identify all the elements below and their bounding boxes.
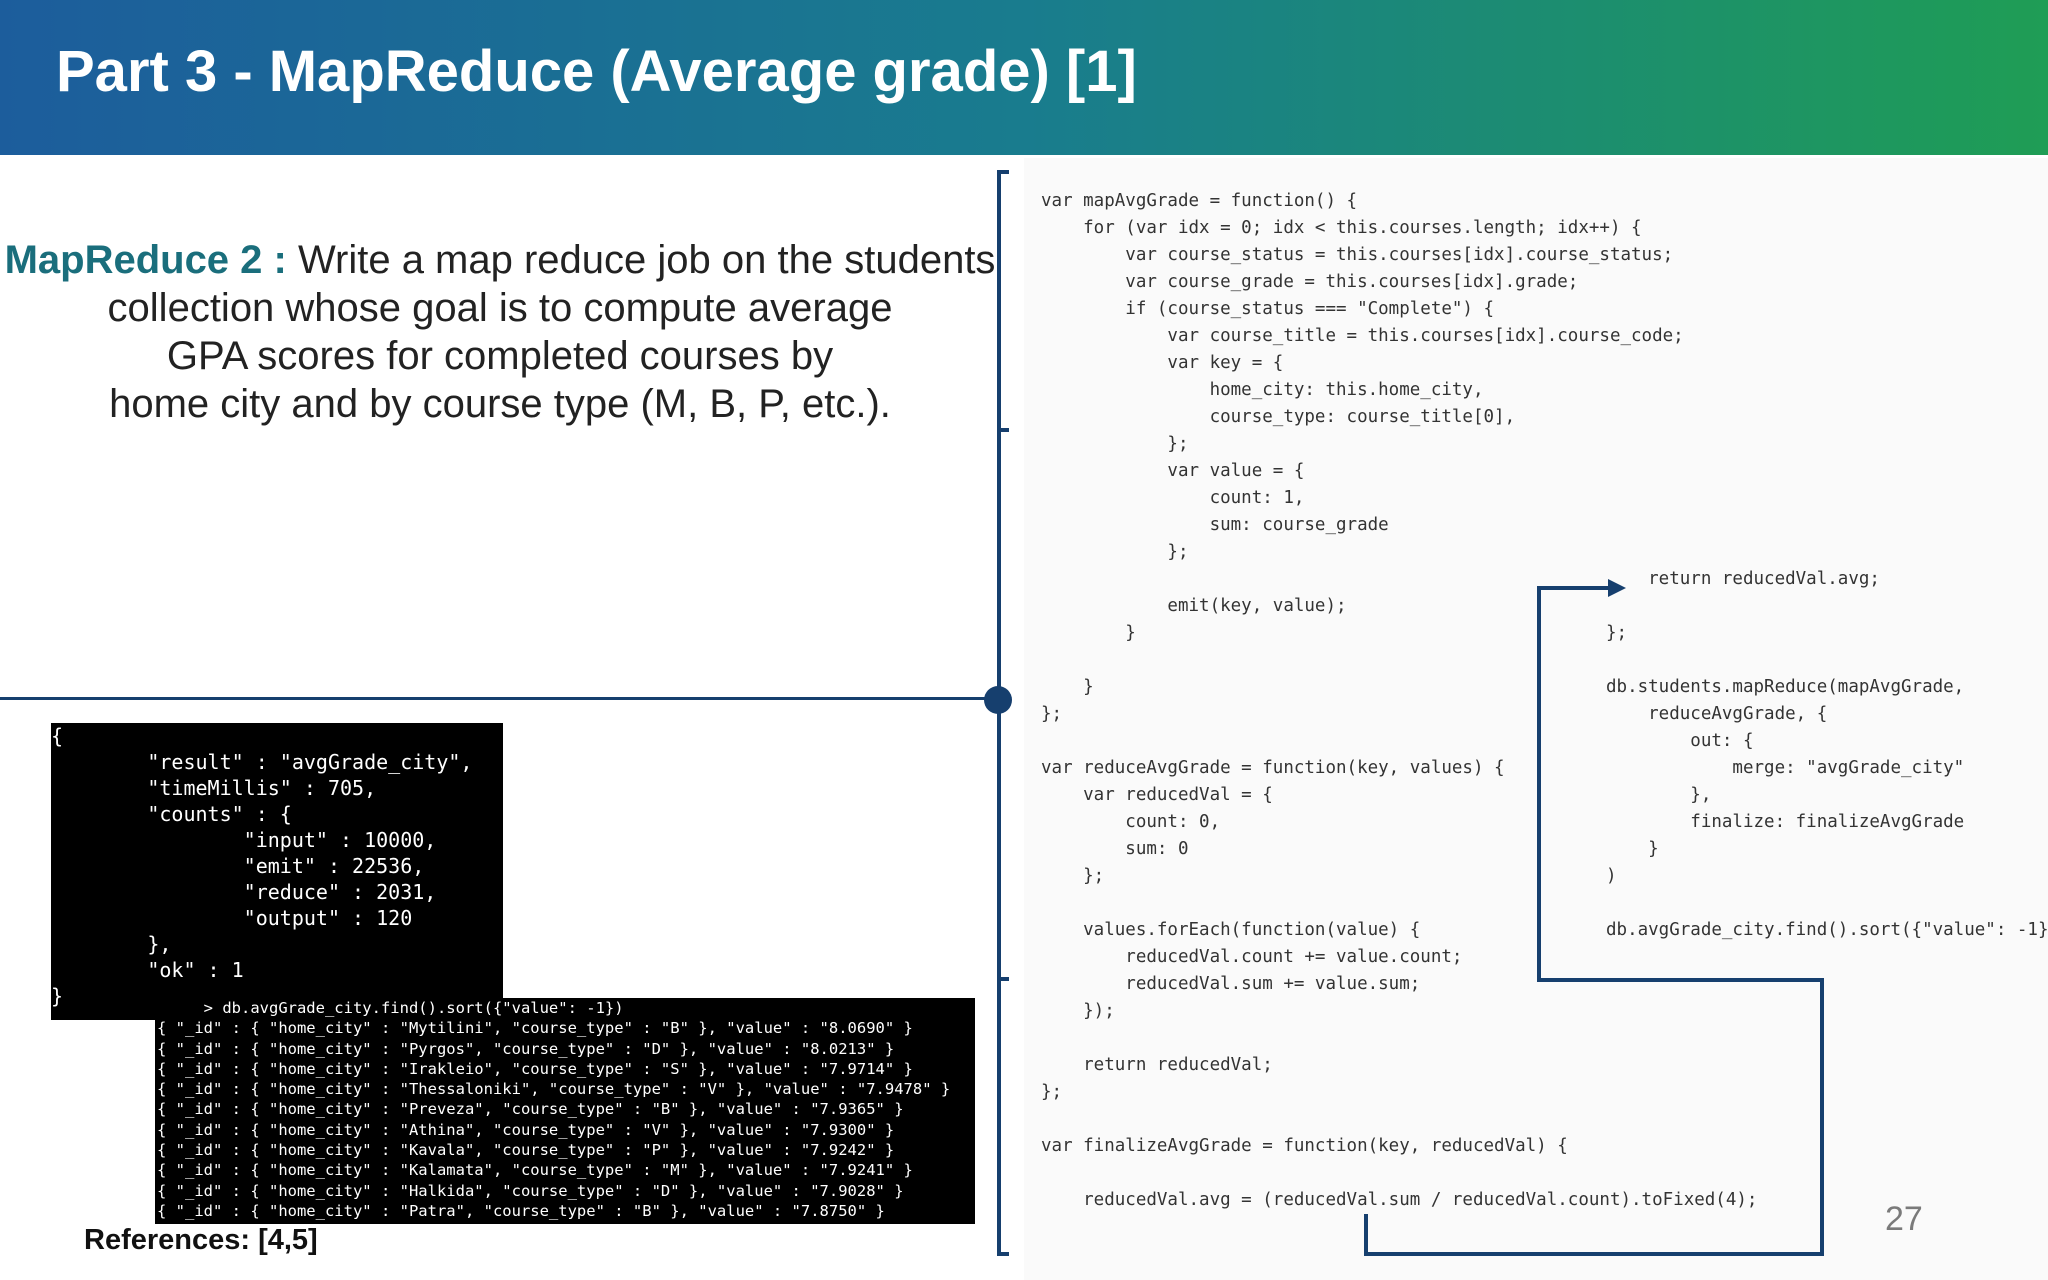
slide-title: Part 3 - MapReduce (Average grade) [1] (56, 39, 1137, 104)
arrow-segment (1820, 978, 1824, 1256)
task-line-3: GPA scores for completed courses by (166, 334, 834, 378)
task-line-1: MapReduce 2 : Write a map reduce job on … (0, 236, 1000, 284)
arrow-segment (1537, 978, 1824, 982)
references: References: [4,5] (84, 1224, 318, 1256)
task-line-2: collection whose goal is to compute aver… (107, 286, 893, 330)
code-block-mapreduce-call: return reducedVal.avg; }; db.students.ma… (1606, 569, 2048, 940)
arrow-segment (1364, 1214, 1368, 1256)
arrow-head (1608, 579, 1626, 597)
terminal-mapreduce-result: { "result" : "avgGrade_city", "timeMilli… (51, 723, 503, 1020)
task-description: MapReduce 2 : Write a map reduce job on … (0, 236, 1000, 428)
task-line-4: home city and by course type (M, B, P, e… (109, 382, 891, 426)
arrow-segment (1364, 1252, 1824, 1256)
task-line-1-text: Write a map reduce job on the students (297, 238, 996, 282)
bracket-tick-top (997, 170, 1009, 174)
bracket-tick-lower (997, 977, 1009, 981)
arrow-segment (1537, 586, 1609, 590)
connector-dot (984, 686, 1012, 714)
title-bar: Part 3 - MapReduce (Average grade) [1] (0, 0, 2048, 155)
task-label: MapReduce 2 : (4, 238, 287, 282)
bracket-tick-bottom (997, 1252, 1009, 1256)
bracket-tick-upper (997, 428, 1009, 432)
terminal-find-output: > db.avgGrade_city.find().sort({"value":… (155, 998, 975, 1224)
horizontal-connector (0, 697, 998, 700)
page-number: 27 (1885, 1200, 1923, 1238)
arrow-segment (1537, 586, 1541, 982)
